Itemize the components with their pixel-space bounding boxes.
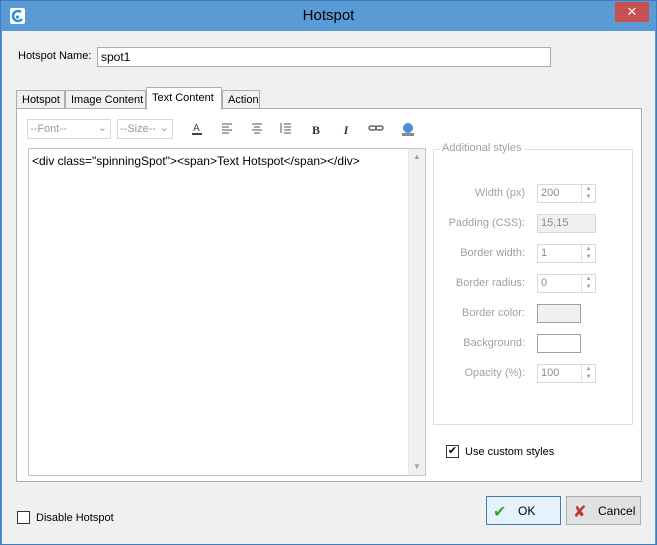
opacity-label: Opacity (%): [464, 367, 525, 379]
border-width-label: Border width: [460, 247, 525, 259]
padding-label: Padding (CSS): [448, 217, 525, 229]
hotspot-name-label: Hotspot Name: [18, 50, 92, 62]
border-radius-label: Border radius: [455, 277, 525, 289]
additional-styles-group: Additional styles Width (px) 200 ▲ ▼ Padd… [433, 142, 633, 425]
dialog-body: Hotspot Name: Hotspot Image Content Text… [2, 31, 655, 544]
italic-icon[interactable]: I [337, 121, 355, 139]
html-editor[interactable]: <div class="spinningSpot"><span>Text Hot… [28, 148, 426, 476]
spin-up-icon[interactable]: ▲ [582, 365, 595, 373]
opacity-spinner[interactable]: 100 ▲ ▼ [537, 364, 596, 383]
checkmark-icon: ✔ [447, 445, 458, 457]
title-bar: Hotspot ✕ [1, 1, 656, 31]
cancel-label: Cancel [598, 504, 636, 518]
use-custom-styles-label[interactable]: Use custom styles [465, 446, 554, 458]
cancel-button[interactable]: ✘ Cancel [566, 496, 641, 525]
svg-text:A: A [193, 123, 200, 134]
additional-styles-title: Additional styles [440, 142, 524, 154]
size-select-value: --Size-- [120, 123, 157, 135]
tab-hotspot[interactable]: Hotspot [16, 90, 65, 109]
border-color-swatch[interactable] [537, 304, 581, 323]
background-label: Background: [463, 337, 525, 349]
border-radius-value: 0 [541, 277, 548, 289]
spin-down-icon[interactable]: ▼ [582, 253, 595, 261]
font-select[interactable]: --Font-- ⌄ [27, 119, 111, 139]
link-icon[interactable] [367, 121, 385, 139]
bold-icon[interactable]: B [307, 121, 325, 139]
spin-buttons[interactable]: ▲ ▼ [581, 365, 595, 382]
list-icon[interactable] [277, 121, 295, 139]
chevron-down-icon: ⌄ [159, 122, 169, 134]
spin-up-icon[interactable]: ▲ [582, 245, 595, 253]
checkmark-icon: ✔ [493, 504, 507, 521]
disable-hotspot-checkbox[interactable] [17, 511, 30, 524]
scroll-down-icon[interactable]: ▼ [409, 459, 425, 475]
spin-buttons[interactable]: ▲ ▼ [581, 185, 595, 202]
spin-up-icon[interactable]: ▲ [582, 185, 595, 193]
spin-up-icon[interactable]: ▲ [582, 275, 595, 283]
ok-button[interactable]: ✔ OK [486, 496, 561, 525]
font-select-value: --Font-- [30, 123, 67, 135]
chevron-down-icon: ⌄ [97, 122, 107, 134]
use-custom-styles-checkbox[interactable]: ✔ [446, 445, 459, 458]
editor-content[interactable]: <div class="spinningSpot"><span>Text Hot… [32, 154, 360, 168]
align-center-icon[interactable] [248, 121, 266, 139]
scroll-up-icon[interactable]: ▲ [409, 149, 425, 165]
padding-field[interactable]: 15,15 [537, 214, 596, 233]
width-spinner[interactable]: 200 ▲ ▼ [537, 184, 596, 203]
padding-value: 15,15 [541, 217, 569, 229]
spin-buttons[interactable]: ▲ ▼ [581, 245, 595, 262]
text-content-panel: --Font-- ⌄ --Size-- ⌄ A B I <div class="… [16, 108, 642, 482]
size-select[interactable]: --Size-- ⌄ [117, 119, 173, 139]
border-color-label: Border color: [462, 307, 525, 319]
background-color-swatch[interactable] [537, 334, 581, 353]
image-icon[interactable] [399, 121, 417, 139]
spin-down-icon[interactable]: ▼ [582, 283, 595, 291]
hotspot-name-input[interactable] [97, 47, 551, 67]
close-button[interactable]: ✕ [615, 2, 649, 22]
opacity-value: 100 [541, 367, 560, 379]
spin-buttons[interactable]: ▲ ▼ [581, 275, 595, 292]
align-left-icon[interactable] [218, 121, 236, 139]
border-radius-spinner[interactable]: 0 ▲ ▼ [537, 274, 596, 293]
disable-hotspot-label[interactable]: Disable Hotspot [36, 512, 114, 524]
tab-image-content[interactable]: Image Content [65, 90, 146, 109]
close-icon: ✘ [573, 504, 587, 521]
spin-down-icon[interactable]: ▼ [582, 373, 595, 381]
spin-down-icon[interactable]: ▼ [582, 193, 595, 201]
width-label: Width (px) [474, 187, 525, 199]
ok-label: OK [518, 504, 536, 518]
width-value: 200 [541, 187, 560, 199]
window-title: Hotspot [302, 7, 355, 24]
border-width-spinner[interactable]: 1 ▲ ▼ [537, 244, 596, 263]
font-color-icon[interactable]: A [188, 121, 206, 139]
hotspot-dialog: Hotspot ✕ Hotspot Name: Hotspot Image Co… [0, 0, 657, 545]
tab-text-content[interactable]: Text Content [146, 87, 222, 110]
border-width-value: 1 [541, 247, 548, 259]
tab-action[interactable]: Action [222, 90, 260, 109]
